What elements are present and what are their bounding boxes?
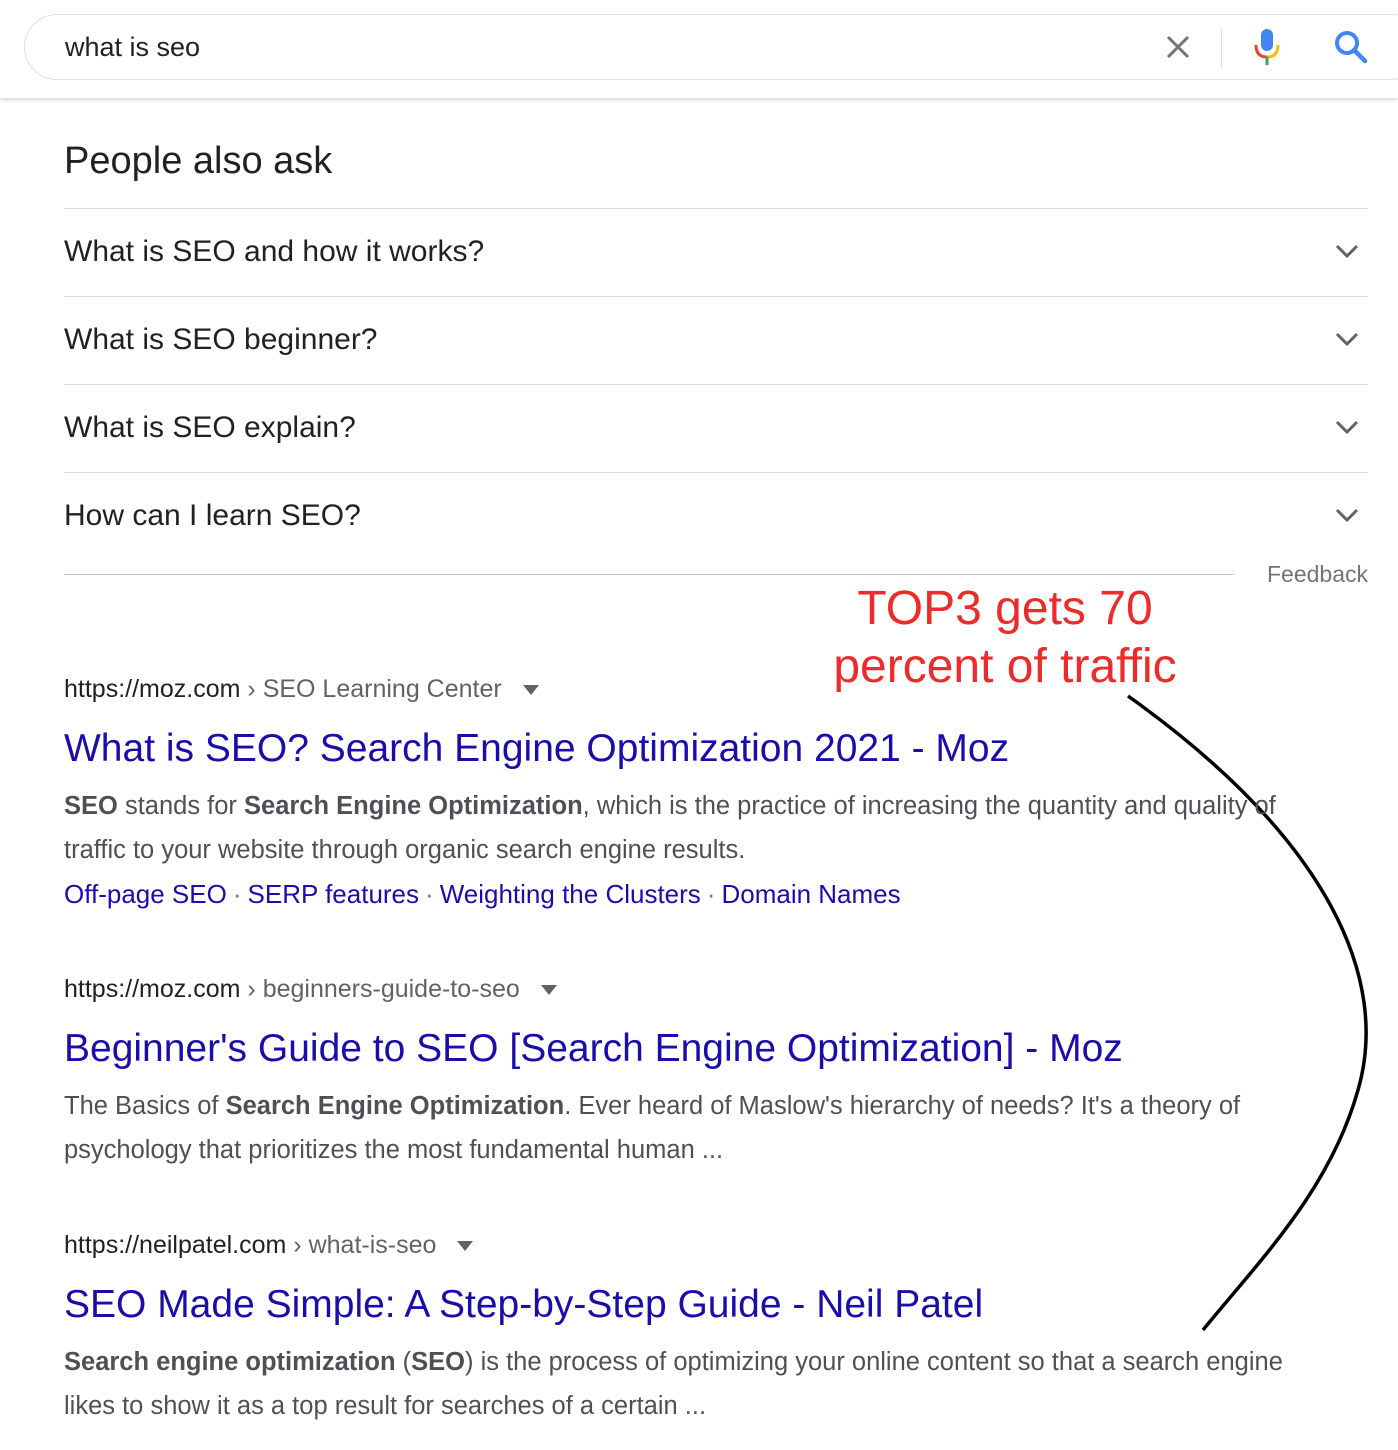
chevron-down-icon bbox=[1335, 244, 1359, 259]
result-url: https://moz.com › beginners-guide-to-seo bbox=[64, 972, 1284, 1006]
result-breadcrumb: › what-is-seo bbox=[293, 1231, 437, 1259]
search-result-1: https://moz.com › SEO Learning Center Wh… bbox=[64, 672, 1284, 916]
snippet-bold-text: Search Engine Optimization bbox=[225, 1092, 565, 1120]
close-icon[interactable] bbox=[1160, 29, 1196, 65]
chevron-down-icon bbox=[1335, 420, 1359, 435]
separator-dot: · bbox=[425, 879, 434, 909]
search-input[interactable] bbox=[65, 29, 1065, 65]
result-domain: https://moz.com bbox=[64, 675, 241, 703]
snippet-bold-text: SEO bbox=[64, 792, 118, 820]
snippet-text: The Basics of bbox=[64, 1092, 226, 1120]
sitelink-weighting-clusters[interactable]: Weighting the Clusters bbox=[440, 879, 701, 909]
paa-question-text: What is SEO explain? bbox=[64, 411, 356, 444]
result-snippet: The Basics of Search Engine Optimization… bbox=[64, 1084, 1284, 1172]
result-sitelinks: Off-page SEO · SERP features · Weighting the… bbox=[64, 872, 1284, 916]
paa-divider bbox=[64, 574, 1234, 575]
caret-down-icon[interactable] bbox=[457, 1241, 474, 1252]
separator-dot: · bbox=[232, 879, 242, 909]
result-domain: https://moz.com bbox=[64, 975, 241, 1003]
sitelink-serp-features[interactable]: SERP features bbox=[248, 879, 420, 909]
result-title-link[interactable]: Beginner's Guide to SEO [Search Engine O… bbox=[64, 1026, 1284, 1072]
caret-down-icon[interactable] bbox=[540, 985, 557, 996]
snippet-bold-text: SEO bbox=[411, 1348, 465, 1376]
sitelink-domain-names[interactable]: Domain Names bbox=[721, 879, 900, 909]
paa-list: What is SEO and how it works? What is SE… bbox=[64, 208, 1368, 560]
result-breadcrumb-text: what-is-seo bbox=[308, 1231, 437, 1259]
paa-question-text: What is SEO and how it works? bbox=[64, 235, 485, 268]
result-breadcrumb-text: SEO Learning Center bbox=[262, 675, 502, 703]
magnifier-icon[interactable] bbox=[1331, 27, 1371, 67]
result-domain: https://neilpatel.com bbox=[64, 1231, 287, 1259]
result-url: https://moz.com › SEO Learning Center bbox=[64, 672, 1284, 706]
result-title-link[interactable]: What is SEO? Search Engine Optimization … bbox=[64, 726, 1284, 772]
result-breadcrumb: › beginners-guide-to-seo bbox=[247, 975, 520, 1003]
paa-question-4[interactable]: How can I learn SEO? bbox=[64, 472, 1368, 560]
result-snippet: SEO stands for Search Engine Optimizatio… bbox=[64, 784, 1284, 872]
result-snippet: Search engine optimization (SEO) is the … bbox=[64, 1340, 1284, 1428]
search-box[interactable] bbox=[24, 14, 1398, 80]
annotation-line-1: TOP3 gets 70 bbox=[857, 582, 1153, 635]
separator-dot: · bbox=[706, 879, 716, 909]
sitelink-off-page-seo[interactable]: Off-page SEO bbox=[64, 879, 227, 909]
result-url: https://neilpatel.com › what-is-seo bbox=[64, 1228, 1284, 1262]
result-title-link[interactable]: SEO Made Simple: A Step-by-Step Guide - … bbox=[64, 1282, 1284, 1328]
feedback-link[interactable]: Feedback bbox=[1267, 561, 1368, 588]
search-header bbox=[0, 0, 1398, 98]
snippet-text: stands for bbox=[117, 792, 245, 820]
search-divider bbox=[1221, 29, 1222, 69]
caret-down-icon[interactable] bbox=[522, 685, 539, 696]
snippet-bold-text: Search engine optimization bbox=[64, 1348, 396, 1376]
paa-question-2[interactable]: What is SEO beginner? bbox=[64, 296, 1368, 384]
paa-heading: People also ask bbox=[64, 140, 333, 182]
snippet-bold-text: Search Engine Optimization bbox=[244, 792, 583, 820]
chevron-down-icon bbox=[1335, 332, 1359, 347]
chevron-down-icon bbox=[1335, 508, 1359, 523]
microphone-icon[interactable] bbox=[1249, 27, 1285, 67]
paa-question-1[interactable]: What is SEO and how it works? bbox=[64, 208, 1368, 296]
result-breadcrumb: › SEO Learning Center bbox=[247, 675, 502, 703]
search-result-3: https://neilpatel.com › what-is-seo SEO … bbox=[64, 1228, 1284, 1428]
paa-question-3[interactable]: What is SEO explain? bbox=[64, 384, 1368, 472]
paa-question-text: How can I learn SEO? bbox=[64, 499, 361, 532]
result-breadcrumb-text: beginners-guide-to-seo bbox=[262, 975, 520, 1003]
snippet-text: ( bbox=[395, 1348, 412, 1376]
paa-question-text: What is SEO beginner? bbox=[64, 323, 378, 356]
search-result-2: https://moz.com › beginners-guide-to-seo… bbox=[64, 972, 1284, 1172]
